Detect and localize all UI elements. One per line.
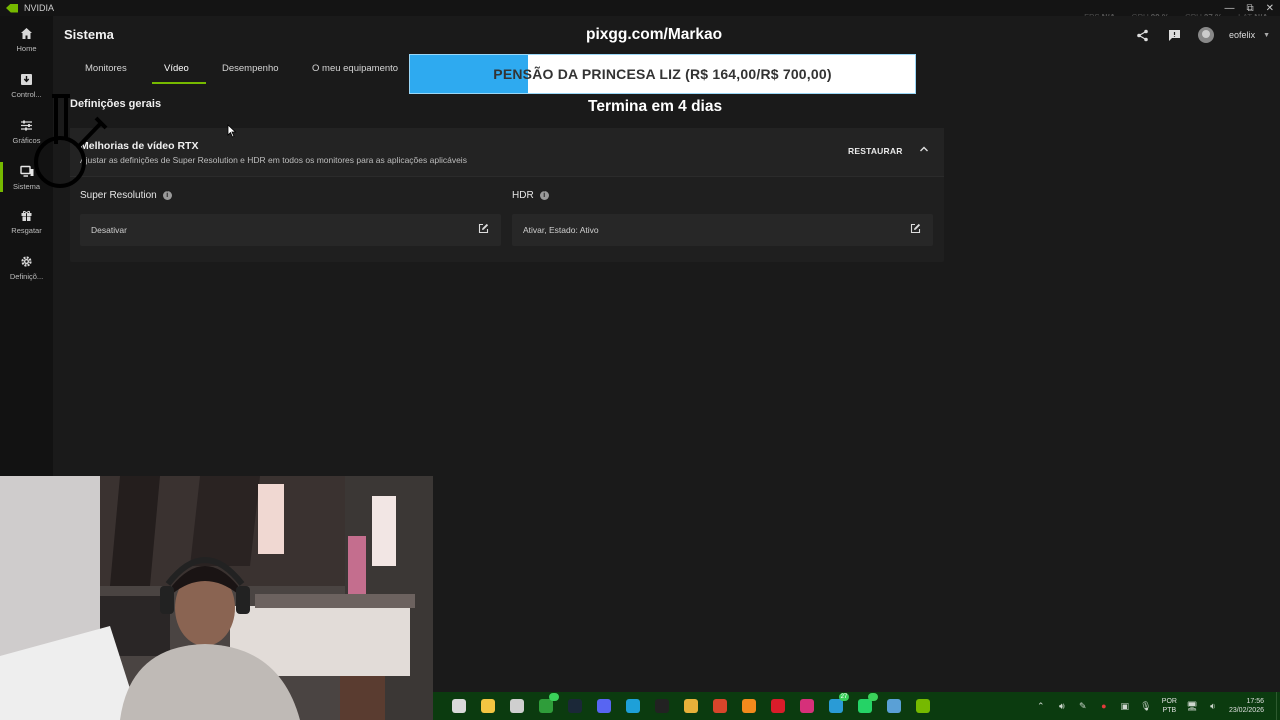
sidebar-item-label: Definiçõ... xyxy=(9,272,44,281)
notification-badge: 27 xyxy=(839,693,849,701)
stream-donation-url: pixgg.com/Markao xyxy=(586,26,723,43)
minimize-button[interactable]: — xyxy=(1224,3,1234,14)
sidebar-item-redeem[interactable]: Resgatar xyxy=(0,202,53,242)
rtx-video-panel: Melhorias de vídeo RTX Ajustar as defini… xyxy=(70,128,944,262)
github-icon[interactable] xyxy=(655,699,669,713)
keyboard-language[interactable]: POR PTB xyxy=(1162,697,1177,715)
restore-button[interactable]: RESTAURAR xyxy=(848,146,903,156)
network-icon[interactable]: ▣ xyxy=(1120,701,1130,711)
steam-icon[interactable] xyxy=(568,699,582,713)
field-value: Desativar xyxy=(91,225,127,235)
discord-icon[interactable] xyxy=(597,699,611,713)
speaker-icon[interactable]: 🔊︎ xyxy=(1057,701,1067,711)
avatar[interactable] xyxy=(1198,27,1215,43)
webcam-image xyxy=(0,476,433,720)
edit-icon[interactable] xyxy=(478,223,489,237)
microsoft-store-icon[interactable] xyxy=(510,699,524,713)
red-app-icon[interactable] xyxy=(713,699,727,713)
feedback-icon[interactable] xyxy=(1166,27,1182,43)
sidebar-item-label: Resgatar xyxy=(11,226,42,235)
notification-badge xyxy=(549,693,559,701)
pen-icon[interactable]: ✎ xyxy=(1078,701,1088,711)
record-icon[interactable]: ● xyxy=(1099,701,1109,711)
file-explorer-icon[interactable] xyxy=(481,699,495,713)
setting-label: HDR xyxy=(512,190,534,201)
nvidia-app-icon[interactable] xyxy=(916,699,930,713)
close-button[interactable]: ✕ xyxy=(1266,3,1274,14)
goal-text: PENSÃO DA PRINCESA LIZ (R$ 164,00/R$ 700… xyxy=(493,66,832,82)
monitor-icon[interactable]: 🖥︎ xyxy=(1186,701,1197,711)
window-title: NVIDIA xyxy=(24,3,55,13)
xbox-icon[interactable] xyxy=(539,693,559,713)
info-icon[interactable]: i xyxy=(539,191,549,200)
stream-sticker-icon xyxy=(34,94,108,188)
instagram-icon[interactable] xyxy=(800,699,814,713)
sidebar-item-label: Home xyxy=(16,44,37,53)
panel-header[interactable]: Melhorias de vídeo RTX Ajustar as defini… xyxy=(70,128,944,177)
donation-goal-bar: PENSÃO DA PRINCESA LIZ (R$ 164,00/R$ 700… xyxy=(409,54,916,94)
edit-icon[interactable] xyxy=(910,223,921,237)
hdr-setting: HDR i xyxy=(512,190,549,201)
share-icon[interactable] xyxy=(1134,27,1150,43)
goal-timer: Termina em 4 dias xyxy=(588,98,723,115)
system-tray: ⌃ 🔊︎ ✎ ● ▣ 🎙︎ POR PTB 🖥︎ 🔉︎ 17:56 23/02/… xyxy=(1036,692,1280,720)
microphone-icon[interactable]: 🎙︎ xyxy=(1140,701,1151,711)
chevron-down-icon[interactable]: ▼ xyxy=(1263,32,1270,39)
webcam-feed xyxy=(0,476,433,720)
field-value: Ativar, Estado: Ativo xyxy=(523,225,599,235)
super-resolution-field[interactable]: Desativar xyxy=(80,214,501,246)
mouse-cursor-icon xyxy=(227,124,237,138)
page-title: Sistema xyxy=(64,27,114,42)
notepad-icon[interactable] xyxy=(887,699,901,713)
chevron-up-icon[interactable] xyxy=(919,144,929,156)
sidebar-item-settings[interactable]: Definiçõ... xyxy=(0,248,53,288)
whatsapp-icon[interactable] xyxy=(858,693,878,713)
username[interactable]: eofelix xyxy=(1229,30,1255,40)
gear-icon xyxy=(20,254,34,268)
tab-my-equipment[interactable]: O meu equipamento xyxy=(312,63,398,74)
edge-icon[interactable] xyxy=(626,699,640,713)
messenger-icon[interactable]: 27 xyxy=(829,693,849,713)
gift-icon xyxy=(20,208,34,222)
system-clock[interactable]: 17:56 23/02/2026 xyxy=(1229,697,1264,715)
maximize-button[interactable]: ⧉ xyxy=(1246,3,1253,14)
active-tab-indicator xyxy=(152,82,206,84)
home-icon xyxy=(20,26,34,40)
volume-icon[interactable]: 🔉︎ xyxy=(1208,701,1218,711)
hdr-field[interactable]: Ativar, Estado: Ativo xyxy=(512,214,933,246)
panel-subtitle: Ajustar as definições de Super Resolutio… xyxy=(80,155,467,165)
taskbar: 27 ⌃ 🔊︎ ✎ ● ▣ 🎙︎ POR PTB 🖥︎ 🔉︎ 17:56 23/… xyxy=(433,692,1280,720)
chrome-icon[interactable] xyxy=(684,699,698,713)
nvidia-logo-icon xyxy=(6,3,18,13)
notification-badge xyxy=(868,693,878,701)
sidebar-item-home[interactable]: Home xyxy=(0,20,53,60)
cloud-app-icon[interactable] xyxy=(742,699,756,713)
info-icon[interactable]: i xyxy=(162,191,172,200)
tab-video[interactable]: Vídeo xyxy=(164,63,189,74)
tab-performance[interactable]: Desempenho xyxy=(222,63,279,74)
tab-monitors[interactable]: Monitores xyxy=(85,63,127,74)
opera-icon[interactable] xyxy=(771,699,785,713)
download-icon xyxy=(20,72,34,86)
taskbar-pinned-apps: 27 xyxy=(433,693,930,713)
chevron-up-icon[interactable]: ⌃ xyxy=(1036,701,1046,711)
app-icon-1[interactable] xyxy=(452,699,466,713)
show-desktop-button[interactable] xyxy=(1276,692,1280,720)
